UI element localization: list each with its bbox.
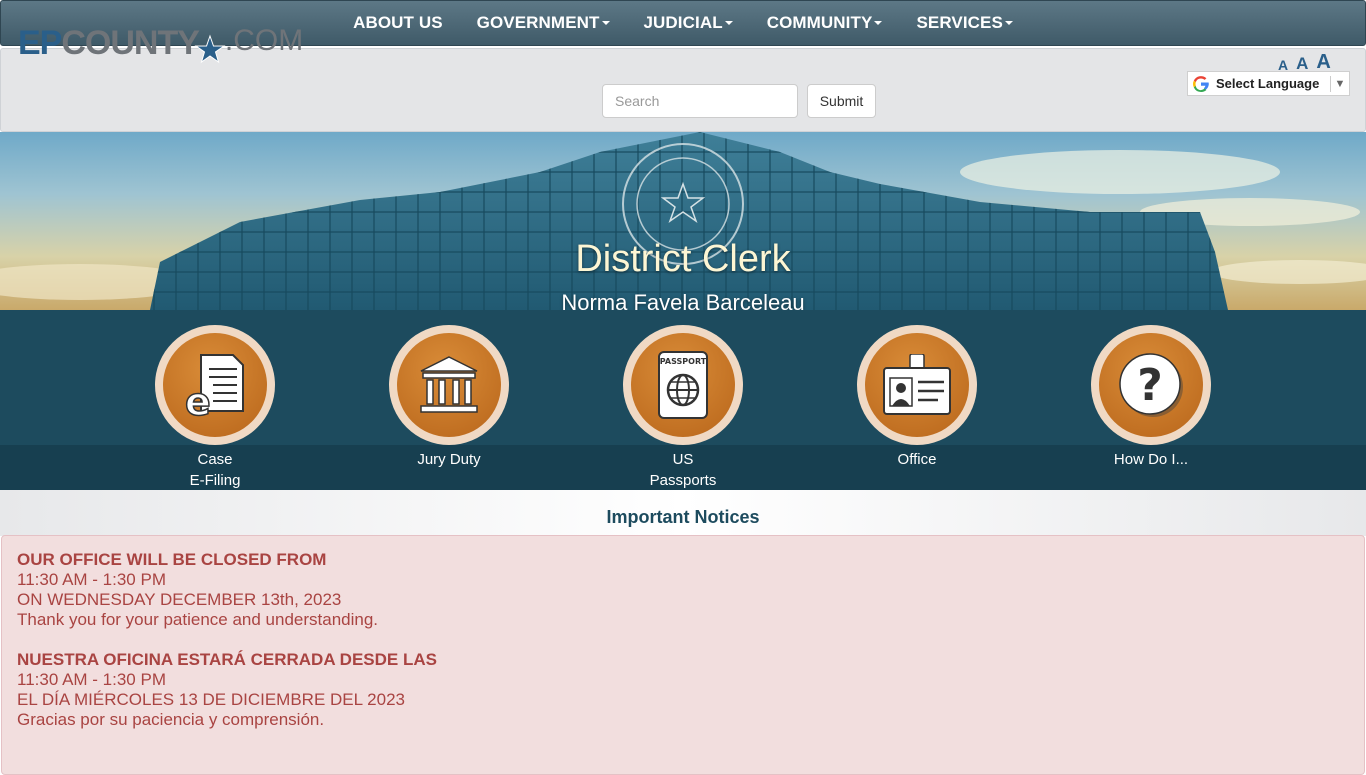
nav-services-label: SERVICES xyxy=(916,13,1003,32)
svg-text:PASSPORT: PASSPORT xyxy=(660,357,707,366)
google-icon xyxy=(1192,75,1210,93)
icon-ring: PASSPORT xyxy=(623,325,743,445)
icon-ring: ? xyxy=(1091,325,1211,445)
page-title: District Clerk xyxy=(575,238,791,280)
courthouse-icon xyxy=(420,356,478,413)
caret-down-icon xyxy=(1004,21,1013,25)
quick-link-us-passports[interactable]: PASSPORT US Passports xyxy=(603,325,763,491)
quick-link-jury-duty[interactable]: Jury Duty xyxy=(369,325,529,470)
nav-about-us-label: ABOUT US xyxy=(353,13,443,32)
hero-banner xyxy=(0,132,1366,310)
notice-line: Gracias por su paciencia y comprensión. xyxy=(17,710,325,729)
caret-down-icon xyxy=(601,21,610,25)
quick-link-label: US Passports xyxy=(649,451,717,489)
icon-ring xyxy=(857,325,977,445)
chevron-down-icon: ▼ xyxy=(1334,77,1346,90)
notice-line: Thank you for your patience and understa… xyxy=(17,610,379,629)
question-mark-icon: ? xyxy=(1119,353,1183,417)
quick-link-label: Office xyxy=(897,451,937,468)
nav-government[interactable]: GOVERNMENT xyxy=(460,13,627,33)
site-logo[interactable]: EP COUNTY .COM xyxy=(18,24,303,72)
nav-about-us[interactable]: ABOUT US xyxy=(336,13,460,33)
language-select[interactable]: Select Language ▼ xyxy=(1187,71,1350,96)
notice-heading-spanish: NUESTRA OFICINA ESTARÁ CERRADA DESDE LAS xyxy=(17,650,437,669)
icon-disk: ? xyxy=(1099,333,1203,437)
id-badge-icon xyxy=(883,354,951,415)
notices-header: Important Notices xyxy=(0,490,1366,536)
quick-link-label: Jury Duty xyxy=(417,451,481,468)
quick-link-how-do-i[interactable]: ? How Do I... xyxy=(1071,325,1231,470)
notice-line: ON WEDNESDAY DECEMBER 13th, 2023 xyxy=(17,590,342,609)
icon-disk xyxy=(397,333,501,437)
caret-down-icon xyxy=(874,21,883,25)
closure-notice-alert: OUR OFFICE WILL BE CLOSED FROM 11:30 AM … xyxy=(1,535,1365,775)
language-select-label: Select Language xyxy=(1216,76,1320,91)
search-submit-button[interactable]: Submit xyxy=(807,84,876,118)
icon-ring xyxy=(389,325,509,445)
font-size-large-button[interactable]: A xyxy=(1316,52,1330,72)
nav-judicial[interactable]: JUDICIAL xyxy=(627,13,750,33)
icon-disk: e xyxy=(163,333,267,437)
search-input[interactable] xyxy=(602,84,798,118)
logo-text-county: COUNTY xyxy=(61,24,200,62)
nav-services[interactable]: SERVICES xyxy=(899,13,1029,33)
font-size-medium-button[interactable]: A xyxy=(1296,55,1308,72)
font-size-small-button[interactable]: A xyxy=(1278,58,1288,72)
passport-icon: PASSPORT xyxy=(658,351,708,419)
nav-community-label: COMMUNITY xyxy=(766,13,873,32)
building-illustration xyxy=(0,132,1366,310)
quick-link-case-efiling[interactable]: e Case E-Filing xyxy=(135,325,295,491)
e-filing-document-icon: e xyxy=(184,354,244,421)
logo-text-ep: EP xyxy=(18,24,62,62)
icon-ring: e xyxy=(155,325,275,445)
icon-disk: PASSPORT xyxy=(631,333,735,437)
quick-link-label: Case E-Filing xyxy=(189,451,241,489)
nav-government-label: GOVERNMENT xyxy=(476,13,600,32)
nav-community[interactable]: COMMUNITY xyxy=(750,13,900,33)
font-size-controls: A A A xyxy=(1278,52,1331,72)
notice-line: 11:30 AM - 1:30 PM xyxy=(17,570,166,589)
notice-line: EL DÍA MIÉRCOLES 13 DE DICIEMBRE DEL 202… xyxy=(17,690,405,709)
notice-heading-english: OUR OFFICE WILL BE CLOSED FROM xyxy=(17,550,327,569)
nav-judicial-label: JUDICIAL xyxy=(643,13,723,32)
svg-text:e: e xyxy=(185,380,211,421)
star-icon xyxy=(193,24,227,64)
svg-text:?: ? xyxy=(1137,360,1163,411)
notice-line: 11:30 AM - 1:30 PM xyxy=(17,670,166,689)
icon-disk xyxy=(865,333,969,437)
quick-link-office[interactable]: Office xyxy=(837,325,997,470)
logo-text-com: .COM xyxy=(224,24,304,57)
quick-link-label: How Do I... xyxy=(1113,451,1189,468)
notices-heading: Important Notices xyxy=(606,507,760,527)
caret-down-icon xyxy=(724,21,733,25)
